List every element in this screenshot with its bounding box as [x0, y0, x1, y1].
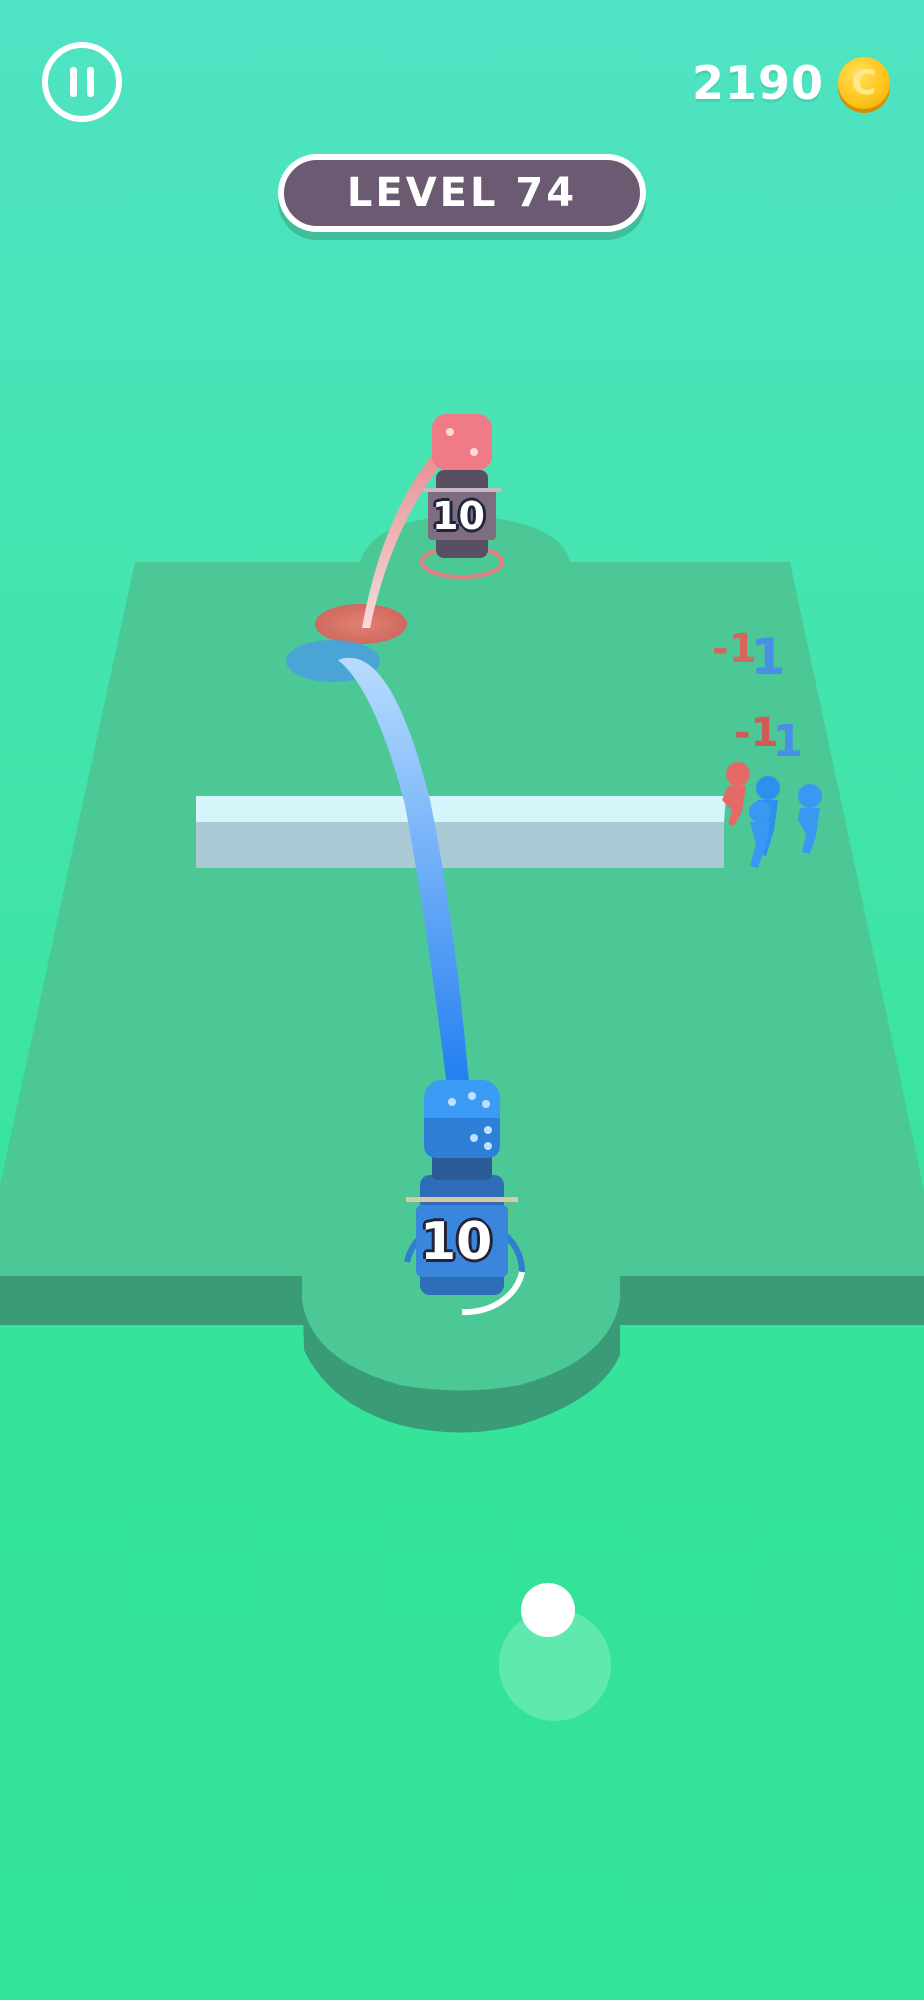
damage-one: 1 [750, 628, 786, 686]
damage-popup: -11 [712, 616, 791, 686]
coin-counter: 2190 C [692, 56, 890, 110]
pause-button[interactable] [42, 42, 122, 122]
barrier-wall [196, 796, 726, 868]
coin-symbol: C [851, 63, 877, 103]
dice-icon [432, 414, 492, 470]
level-badge: LEVEL 74 [278, 154, 646, 232]
joystick-icon[interactable] [499, 1583, 611, 1721]
dice-icon [424, 1080, 500, 1158]
enemy-tower-count: 10 [432, 494, 485, 538]
pause-icon [70, 67, 94, 97]
level-label: LEVEL 74 [346, 170, 578, 216]
game-scene [0, 414, 924, 1721]
coin-value: 2190 [691, 56, 824, 110]
damage-one: 1 [772, 716, 804, 767]
player-tower-count: 10 [420, 1212, 493, 1272]
enemy-target-disc [315, 604, 407, 644]
damage-popup: -11 [734, 706, 809, 767]
coin-icon: C [838, 57, 890, 109]
